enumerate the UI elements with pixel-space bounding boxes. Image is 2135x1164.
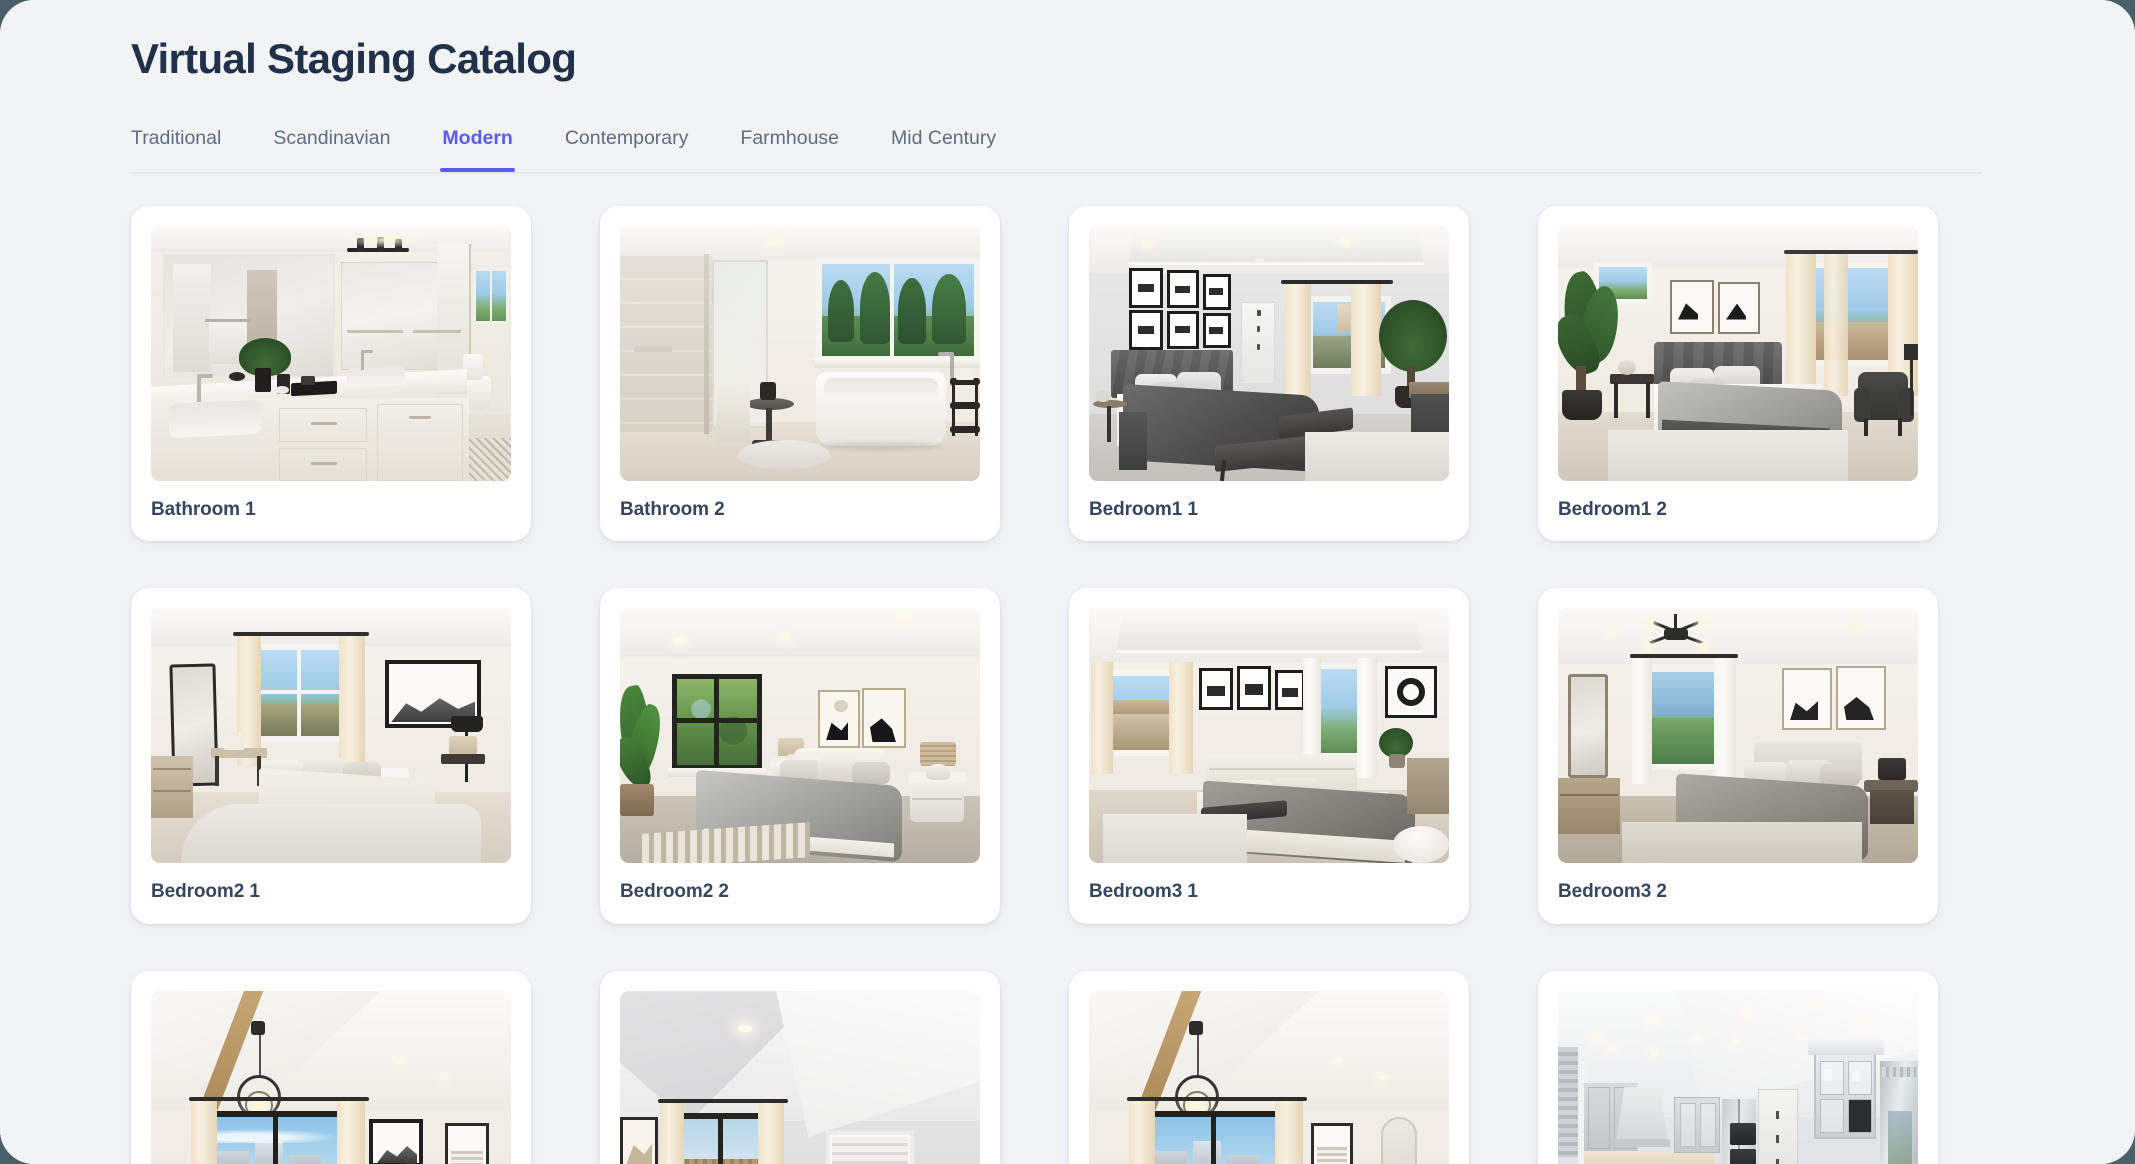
- catalog-card[interactable]: Bedroom3 1: [1069, 588, 1469, 925]
- card-label: Bathroom 1: [151, 498, 256, 520]
- tab-modern[interactable]: Modern: [440, 126, 516, 172]
- room-thumbnail-living-beam-city[interactable]: [1089, 991, 1449, 1164]
- card-label: Bathroom 2: [620, 498, 725, 520]
- room-thumbnail-bedroom-palm[interactable]: [1558, 225, 1918, 481]
- room-thumbnail-bathroom-vanity[interactable]: [151, 225, 511, 481]
- app-window: Virtual Staging Catalog Traditional Scan…: [0, 0, 2135, 1164]
- room-thumbnail-dining-vaulted[interactable]: [620, 991, 980, 1164]
- room-thumbnail-bathroom-tub[interactable]: [620, 225, 980, 481]
- catalog-card-grid: Bathroom 1 Bathroom 2 Bedroom1 1 Bedroom…: [131, 205, 1991, 1164]
- catalog-card[interactable]: [1069, 971, 1469, 1164]
- room-thumbnail-bedroom-diptych[interactable]: [620, 608, 980, 864]
- page-scroll-area[interactable]: Virtual Staging Catalog Traditional Scan…: [0, 0, 2135, 1164]
- catalog-card[interactable]: Bathroom 1: [131, 205, 531, 542]
- room-thumbnail-kitchen-open[interactable]: [1558, 991, 1918, 1164]
- room-thumbnail-bedroom-gallery[interactable]: [1089, 608, 1449, 864]
- style-tab-bar: Traditional Scandinavian Modern Contempo…: [131, 126, 1982, 174]
- catalog-card[interactable]: Bathroom 2: [600, 205, 1000, 542]
- catalog-card[interactable]: Bedroom1 2: [1538, 205, 1938, 542]
- card-label: Bedroom1 2: [1558, 498, 1667, 520]
- tab-contemporary[interactable]: Contemporary: [565, 126, 689, 171]
- catalog-card[interactable]: Bedroom3 2: [1538, 588, 1938, 925]
- catalog-card[interactable]: [1538, 971, 1938, 1164]
- room-thumbnail-living-beam-city[interactable]: [151, 991, 511, 1164]
- card-label: Bedroom2 1: [151, 881, 260, 903]
- page-title: Virtual Staging Catalog: [131, 35, 577, 82]
- card-label: Bedroom3 2: [1558, 881, 1667, 903]
- card-label: Bedroom3 1: [1089, 881, 1198, 903]
- room-thumbnail-bedroom-chandel[interactable]: [1558, 608, 1918, 864]
- catalog-card[interactable]: Bedroom1 1: [1069, 205, 1469, 542]
- tab-scandinavian[interactable]: Scandinavian: [273, 126, 390, 171]
- catalog-card[interactable]: Bedroom2 1: [131, 588, 531, 925]
- catalog-card[interactable]: Bedroom2 2: [600, 588, 1000, 925]
- room-thumbnail-bedroom-mirror[interactable]: [151, 608, 511, 864]
- tab-traditional[interactable]: Traditional: [131, 126, 221, 171]
- tab-mid-century[interactable]: Mid Century: [891, 126, 996, 171]
- catalog-card[interactable]: [600, 971, 1000, 1164]
- room-thumbnail-bedroom-dark-art[interactable]: [1089, 225, 1449, 481]
- page-header: Virtual Staging Catalog: [0, 0, 2135, 84]
- card-label: Bedroom2 2: [620, 881, 729, 903]
- catalog-card[interactable]: [131, 971, 531, 1164]
- tab-farmhouse[interactable]: Farmhouse: [740, 126, 839, 171]
- card-label: Bedroom1 1: [1089, 498, 1198, 520]
